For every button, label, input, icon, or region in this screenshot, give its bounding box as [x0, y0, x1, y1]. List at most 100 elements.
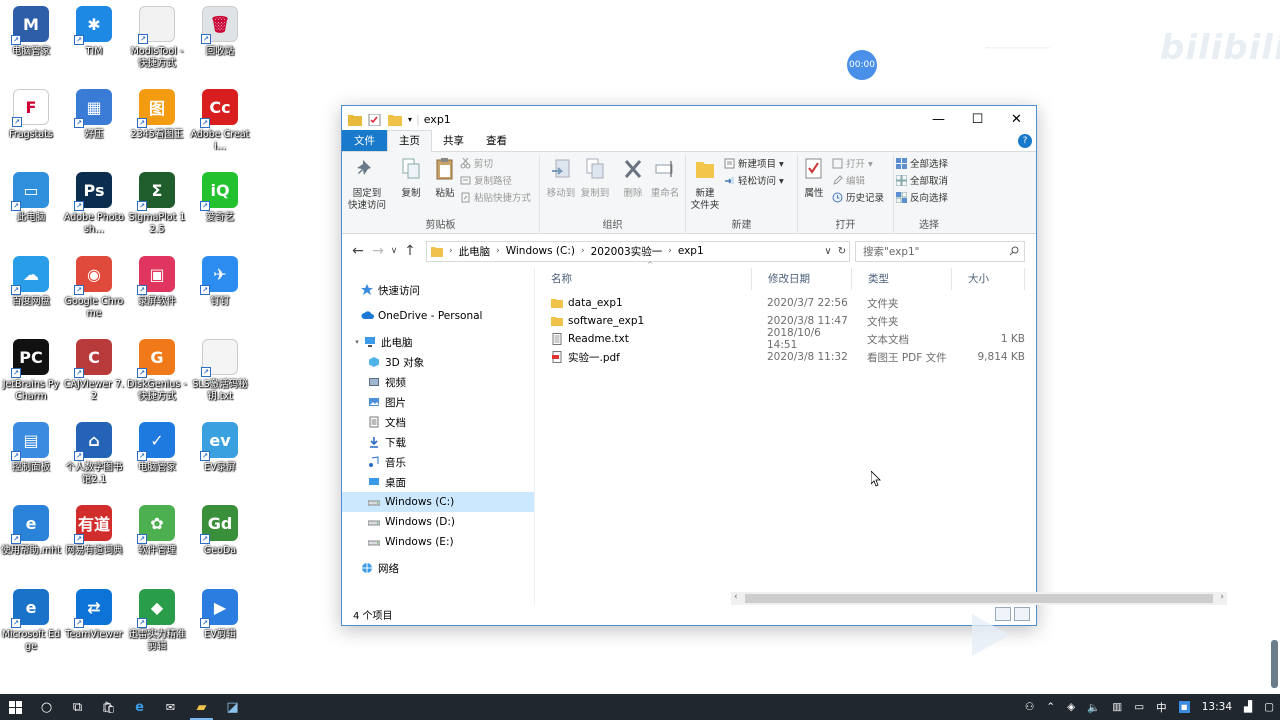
nav-item[interactable]: 3D 对象 [342, 352, 534, 372]
volume-icon[interactable]: 🔈 [1087, 701, 1100, 714]
person-icon[interactable]: ⚇ [1025, 701, 1034, 713]
taskbar-file-explorer[interactable]: ▰ [186, 694, 217, 720]
quick-access-dropdown[interactable]: ▾ [408, 115, 412, 124]
navigation-pane[interactable]: 快速访问 OneDrive - Personal ▾ 此电脑 3D 对象 视频 图片 文档 下载… [342, 268, 535, 605]
desktop-icon[interactable]: 图 ↗ 2345看图王 [126, 89, 188, 141]
recent-locations-button[interactable]: ∨ [388, 246, 400, 256]
nav-item[interactable]: 快速访问 [342, 280, 534, 300]
desktop-icon[interactable]: ▶ ↗ EV剪辑 [189, 589, 251, 641]
properties-quick-icon[interactable] [368, 113, 382, 126]
taskbar-app[interactable]: ◪ [217, 694, 248, 720]
large-icons-view-icon[interactable] [1014, 607, 1030, 621]
ime-indicator[interactable]: 中 [1156, 700, 1167, 715]
select-none-button[interactable]: 全部取消 [896, 172, 948, 188]
tab-share[interactable]: 共享 [432, 131, 475, 151]
desktop-icon[interactable]: ✓ ↗ 电脑管家 [126, 422, 188, 474]
desktop-icon[interactable]: Cc ↗ Adobe Creati... [189, 89, 251, 153]
refresh-button[interactable]: ↻ [835, 246, 849, 257]
desktop-icon[interactable]: ▭ ↗ 此电脑 [0, 172, 62, 224]
desktop-icon[interactable]: Gd ↗ GeoDa [189, 505, 251, 557]
desktop-icon[interactable]: ev ↗ EV录屏 [189, 422, 251, 474]
help-icon[interactable]: ? [1018, 134, 1032, 148]
column-header-type[interactable]: 类型 [852, 268, 952, 290]
address-bar[interactable]: › 此电脑 › Windows (C:) › 202003实验一 › exp1 … [426, 240, 850, 262]
battery-icon[interactable]: ▭ [1134, 701, 1144, 713]
new-item-button[interactable]: 新建项目 ▾ [724, 155, 784, 171]
desktop-icon[interactable]: C ↗ CAJViewer 7.2 [63, 339, 125, 403]
file-list-pane[interactable]: ^ 名称 修改日期 类型 大小 data_exp1 2020/3/7 22:56 文… [535, 261, 1227, 605]
breadcrumb-exp1[interactable]: exp1 [678, 245, 704, 257]
desktop-icon[interactable]: M ↗ 电脑管家 [0, 6, 62, 58]
pin-to-quick-access-button[interactable]: 固定到 快速访问 [344, 157, 390, 212]
up-button[interactable]: ↑ [400, 243, 420, 259]
start-button[interactable] [0, 694, 31, 720]
nav-item[interactable]: ▾ 此电脑 [342, 332, 534, 352]
edit-button[interactable]: 编辑 [832, 172, 865, 188]
nav-item[interactable]: 视频 [342, 372, 534, 392]
close-button[interactable]: ✕ [997, 106, 1036, 133]
desktop-icon[interactable]: ⇄ ↗ TeamViewer [63, 589, 125, 641]
column-header-size[interactable]: 大小 [952, 268, 1025, 290]
column-header-name[interactable]: 名称 [535, 268, 752, 290]
minimize-button[interactable]: — [919, 106, 958, 133]
easy-access-button[interactable]: 轻松访问 ▾ [724, 172, 784, 188]
paste-shortcut-button[interactable]: 粘贴快捷方式 [460, 189, 531, 205]
scrollbar-thumb[interactable] [745, 594, 1213, 603]
taskbar-store[interactable]: 🛍 [93, 694, 124, 720]
back-button[interactable]: ← [348, 243, 368, 259]
nav-item[interactable]: Windows (C:) [342, 492, 534, 512]
breadcrumb-drive-c[interactable]: Windows (C:) [506, 245, 575, 257]
open-button[interactable]: 打开 ▾ [832, 155, 873, 171]
desktop-icon[interactable]: G ↗ DiskGenius - 快捷方式 [126, 339, 188, 403]
nav-item[interactable]: Windows (E:) [342, 532, 534, 552]
cut-button[interactable]: 剪切 [460, 155, 493, 171]
breadcrumb-experiment[interactable]: 202003实验一 [591, 244, 663, 259]
maximize-button[interactable]: ☐ [958, 106, 997, 133]
desktop-icon[interactable]: e ↗ Microsoft Edge [0, 589, 62, 653]
ime-icon[interactable]: ▪ [1178, 701, 1190, 713]
notification-icon[interactable]: ▢ [1264, 701, 1274, 713]
desktop-icon[interactable]: ✿ ↗ 软件管理 [126, 505, 188, 557]
shield-icon[interactable]: ◈ [1067, 701, 1075, 713]
desktop-icon[interactable]: ⌂ ↗ 个人数字图书馆2.1 [63, 422, 125, 486]
select-all-button[interactable]: 全部选择 [896, 155, 948, 171]
properties-button[interactable]: 属性 [798, 157, 830, 200]
column-header-date[interactable]: 修改日期 [752, 268, 852, 290]
breadcrumb-this-pc[interactable]: 此电脑 [459, 244, 491, 259]
desktop-icon[interactable]: F ↗ Fragstats [0, 89, 62, 141]
nav-item[interactable]: 网络 [342, 558, 534, 578]
desktop-icon[interactable]: Ps ↗ Adobe Photosh... [63, 172, 125, 236]
desktop-icon[interactable]: Σ ↗ SigmaPlot 12.5 [126, 172, 188, 236]
chevron-up-icon[interactable]: ⌃ [1046, 701, 1055, 713]
input-mode-icon[interactable]: ▟ [1244, 701, 1252, 713]
desktop-icon[interactable]: 🗑 ↗ 回收站 [189, 6, 251, 58]
desktop-icon[interactable]: ◆ ↗ 迅雷实力精准剪辑 [126, 589, 188, 653]
tab-view[interactable]: 查看 [475, 131, 518, 151]
clock[interactable]: 13:34 [1202, 701, 1232, 713]
desktop-icon[interactable]: ◉ ↗ Google Chrome [63, 256, 125, 320]
move-to-button[interactable]: 移动到 [542, 157, 580, 200]
rename-button[interactable]: 重命名 [646, 157, 684, 200]
taskbar-edge[interactable]: e [124, 694, 155, 720]
desktop-icon[interactable]: ▣ ↗ 录屏软件 [126, 256, 188, 308]
address-dropdown-button[interactable]: ∨ [821, 246, 835, 257]
desktop-icon[interactable]: ☁ ↗ 百度网盘 [0, 256, 62, 308]
desktop-icon[interactable]: PC ↗ JetBrains PyCharm [0, 339, 62, 403]
scroll-right-icon[interactable]: › [1220, 592, 1224, 602]
nav-item[interactable]: 文档 [342, 412, 534, 432]
tab-home[interactable]: 主页 [387, 130, 432, 152]
history-button[interactable]: 历史记录 [832, 189, 884, 205]
desktop-icon[interactable]: ▤ ↗ 控制面板 [0, 422, 62, 474]
recording-timer[interactable]: 00:00 [847, 50, 877, 80]
scroll-left-icon[interactable]: ‹ [734, 592, 738, 602]
forward-button[interactable]: → [368, 243, 388, 259]
title-bar[interactable]: ▾ | exp1 — ☐ ✕ [342, 106, 1036, 133]
desktop-icon[interactable]: 有道 ↗ 网易有道词典 [63, 505, 125, 557]
copy-button[interactable]: 复制 [392, 157, 430, 200]
nav-item[interactable]: 音乐 [342, 452, 534, 472]
file-row[interactable]: 实验一.pdf 2020/3/8 11:32 看图王 PDF 文件 9,814 KB [535, 348, 1036, 366]
network-icon[interactable]: ▥ [1112, 701, 1122, 713]
nav-item[interactable]: 下载 [342, 432, 534, 452]
search-button[interactable]: ○ [31, 694, 62, 720]
desktop-icon[interactable]: ✱ ↗ TIM [63, 6, 125, 58]
